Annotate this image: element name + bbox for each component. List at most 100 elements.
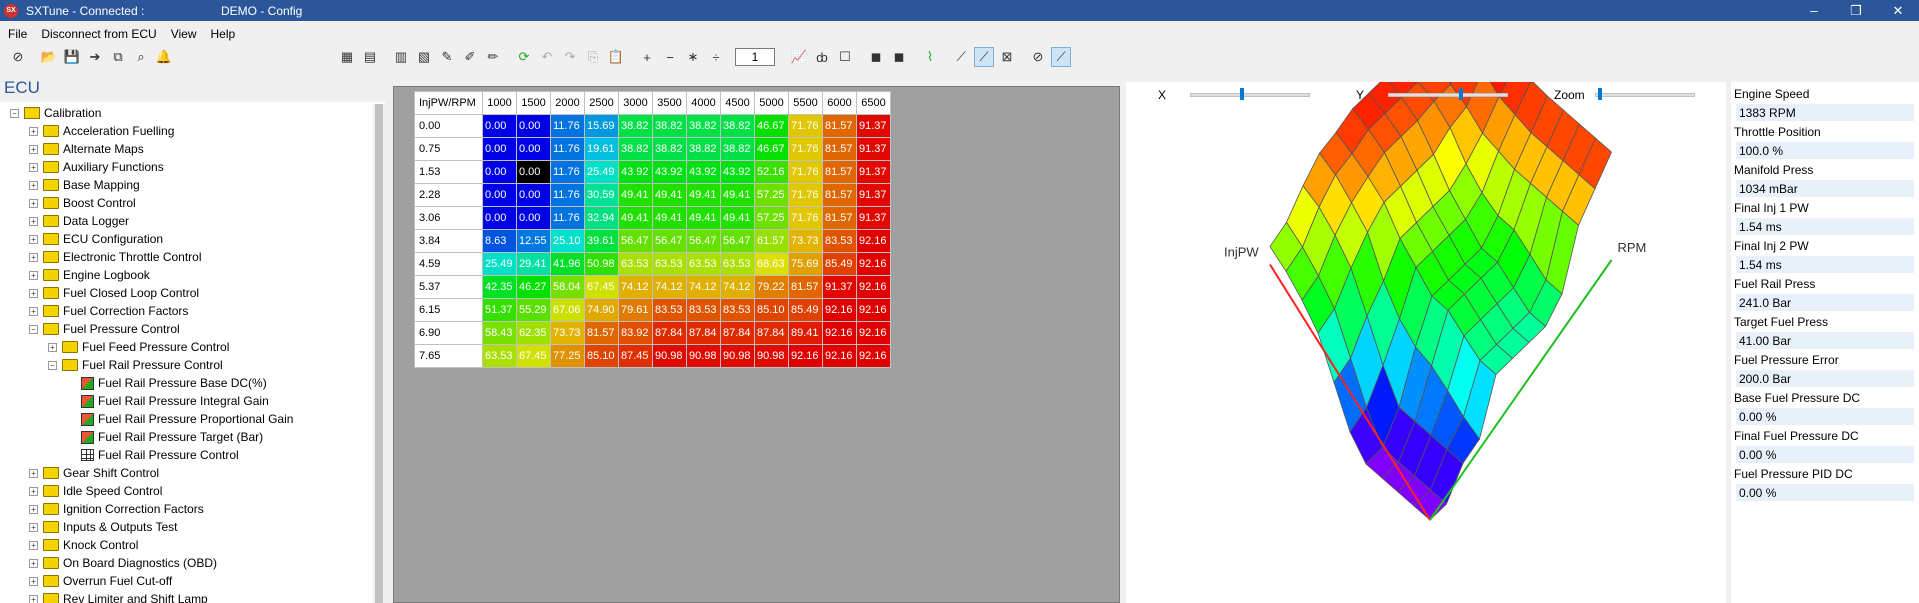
table-cell[interactable]: 90.98 (754, 344, 789, 368)
menu-disconnect[interactable]: Disconnect from ECU (41, 27, 156, 41)
column-header[interactable]: 6000 (822, 91, 857, 115)
table-cell[interactable]: 41.96 (550, 252, 585, 276)
tree-item[interactable]: + ECU Configuration (0, 230, 373, 248)
table-cell[interactable]: 11.76 (550, 114, 585, 138)
expand-icon[interactable]: + (29, 594, 38, 603)
column-header[interactable]: 4000 (686, 91, 721, 115)
tree-item[interactable]: + Base Mapping (0, 176, 373, 194)
row-header[interactable]: 6.15 (414, 298, 483, 322)
column-delete-icon[interactable]: ▧ (414, 47, 434, 67)
table-cell[interactable]: 74.90 (584, 298, 619, 322)
tree-item[interactable]: + Rev Limiter and Shift Lamp (0, 590, 373, 603)
table-cell[interactable]: 11.76 (550, 183, 585, 207)
table-cell[interactable]: 30.59 (584, 183, 619, 207)
tree-item[interactable]: + Overrun Fuel Cut-off (0, 572, 373, 590)
table-cell[interactable]: 49.41 (686, 183, 721, 207)
row-header[interactable]: 3.84 (414, 229, 483, 253)
compare-icon[interactable]: ⧉ (108, 47, 128, 67)
expand-icon[interactable]: + (29, 252, 38, 262)
tree-item[interactable]: Fuel Rail Pressure Proportional Gain (0, 410, 373, 428)
zoom-slider-thumb[interactable] (1597, 88, 1602, 100)
table-cell[interactable]: 73.73 (550, 321, 585, 345)
table-cell[interactable]: 79.22 (754, 275, 789, 299)
table-cell[interactable]: 56.47 (652, 229, 687, 253)
tree-item[interactable]: + Auxiliary Functions (0, 158, 373, 176)
tree-item[interactable]: + Fuel Feed Pressure Control (0, 338, 373, 356)
table-cell[interactable]: 49.41 (652, 206, 687, 230)
table-cell[interactable]: 71.76 (788, 160, 823, 184)
table-cell[interactable]: 15.69 (584, 114, 619, 138)
table-cell[interactable]: 74.12 (618, 275, 653, 299)
table-cell[interactable]: 58.43 (482, 321, 517, 345)
table-edit-icon[interactable]: ▤ (360, 47, 380, 67)
table-cell[interactable]: 38.82 (720, 137, 755, 161)
collapse-icon[interactable]: − (10, 108, 19, 118)
table-cell[interactable]: 0.00 (482, 183, 517, 207)
table-cell[interactable]: 87.45 (618, 344, 653, 368)
menu-file[interactable]: File (8, 27, 27, 41)
table-cell[interactable]: 89.41 (788, 321, 823, 345)
table-cell[interactable]: 85.49 (788, 298, 823, 322)
chart-line-icon[interactable]: ⟋ (951, 47, 971, 67)
row-header[interactable]: 4.59 (414, 252, 483, 276)
table-cell[interactable]: 92.16 (822, 298, 857, 322)
table-cell[interactable]: 91.37 (856, 160, 891, 184)
tree-item[interactable]: − Fuel Pressure Control (0, 320, 373, 338)
row-header[interactable]: 7.65 (414, 344, 483, 368)
table-cell[interactable]: 56.47 (720, 229, 755, 253)
table-cell[interactable]: 61.57 (754, 229, 789, 253)
table-cell[interactable]: 85.49 (822, 252, 857, 276)
table-cell[interactable]: 8.63 (482, 229, 517, 253)
redo-icon[interactable]: ↷ (560, 47, 580, 67)
collapse-icon[interactable]: − (48, 360, 57, 370)
table-cell[interactable]: 58.04 (550, 275, 585, 299)
table-cell[interactable]: 71.76 (788, 206, 823, 230)
table-cell[interactable]: 90.98 (686, 344, 721, 368)
column-header[interactable]: 2000 (550, 91, 585, 115)
row-header[interactable]: 0.00 (414, 114, 483, 138)
subtract-icon[interactable]: − (660, 47, 680, 67)
table-cell[interactable]: 67.45 (584, 275, 619, 299)
tree-item[interactable]: + Electronic Throttle Control (0, 248, 373, 266)
table-cell[interactable]: 63.53 (618, 252, 653, 276)
table-cell[interactable]: 0.00 (516, 183, 551, 207)
table-cell[interactable]: 91.37 (856, 206, 891, 230)
table-cell[interactable]: 38.82 (618, 137, 653, 161)
alarm-icon[interactable]: 🔔 (154, 47, 174, 67)
table-cell[interactable]: 92.16 (856, 252, 891, 276)
table-cell[interactable]: 49.41 (686, 206, 721, 230)
table-cell[interactable]: 81.57 (822, 137, 857, 161)
table-cell[interactable]: 38.82 (618, 114, 653, 138)
table-cell[interactable]: 92.16 (856, 344, 891, 368)
expand-icon[interactable]: + (29, 288, 38, 298)
row-header[interactable]: 2.28 (414, 183, 483, 207)
expand-icon[interactable]: + (29, 270, 38, 280)
table-cell[interactable]: 67.45 (516, 344, 551, 368)
tree-item[interactable]: + Boost Control (0, 194, 373, 212)
add-icon[interactable]: + (637, 47, 657, 67)
expand-icon[interactable]: + (29, 468, 38, 478)
expand-icon[interactable]: + (29, 162, 38, 172)
expand-icon[interactable]: + (48, 342, 57, 352)
table-cell[interactable]: 83.53 (822, 229, 857, 253)
column-header[interactable]: 3500 (652, 91, 687, 115)
row-header[interactable]: 5.37 (414, 275, 483, 299)
table-cell[interactable]: 19.61 (584, 137, 619, 161)
tree-item[interactable]: + Data Logger (0, 212, 373, 230)
table-cell[interactable]: 0.00 (516, 206, 551, 230)
table-cell[interactable]: 92.16 (856, 275, 891, 299)
table-cell[interactable]: 0.00 (482, 114, 517, 138)
table-cell[interactable]: 90.98 (652, 344, 687, 368)
table-cell[interactable]: 43.92 (652, 160, 687, 184)
table-cell[interactable]: 63.53 (482, 344, 517, 368)
collapse-icon[interactable]: − (29, 324, 38, 334)
row-header[interactable]: 0.75 (414, 137, 483, 161)
table-cell[interactable]: 91.37 (856, 183, 891, 207)
checkbox-icon[interactable]: ☐ (835, 47, 855, 67)
chart-toggle-icon[interactable]: ⟋ (1051, 47, 1071, 67)
pencil-icon[interactable]: ✎ (437, 47, 457, 67)
table-cell[interactable]: 91.37 (856, 114, 891, 138)
tree-item[interactable]: + Alternate Maps (0, 140, 373, 158)
table-cell[interactable]: 63.53 (686, 252, 721, 276)
step-value-input[interactable] (735, 48, 775, 66)
